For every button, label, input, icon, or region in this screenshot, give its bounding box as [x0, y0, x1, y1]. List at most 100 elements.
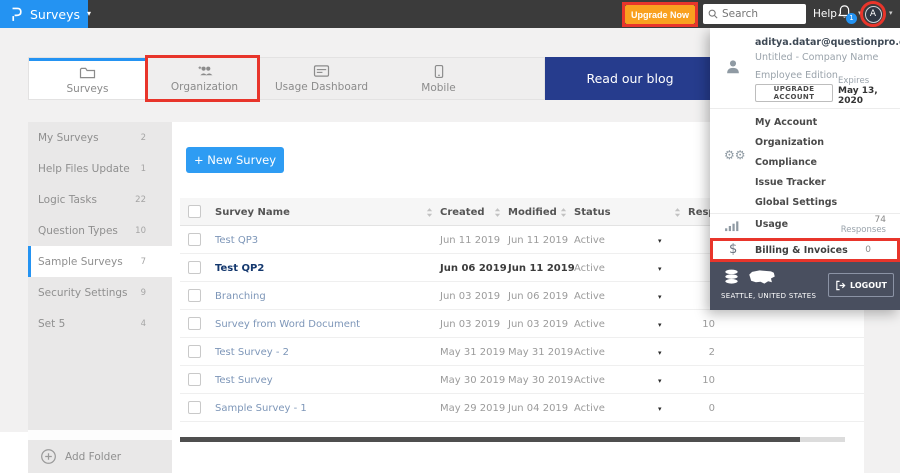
menu-item-my-account[interactable]: My Account	[755, 112, 817, 132]
sidebar-item-label: Security Settings	[38, 286, 128, 299]
product-switcher[interactable]: Surveys ▾	[0, 0, 91, 28]
status-value: Active	[574, 291, 605, 302]
upgrade-account-button[interactable]: UPGRADE ACCOUNT	[755, 84, 833, 102]
usage-value: 74	[874, 215, 886, 225]
sidebar-item-label: Sample Surveys	[38, 255, 123, 268]
row-checkbox[interactable]	[188, 373, 201, 386]
usage-label: Usage	[755, 219, 789, 230]
folder-icon	[79, 66, 96, 80]
tab-usage-dashboard[interactable]: Usage Dashboard	[263, 58, 380, 99]
modified-date: May 30 2019	[508, 375, 574, 386]
response-count: 10	[702, 375, 715, 386]
tab-surveys[interactable]: Surveys	[29, 58, 146, 99]
dropdown-footer: SEATTLE, UNITED STATES LOGOUT	[710, 262, 900, 310]
new-survey-button[interactable]: + New Survey	[186, 147, 284, 173]
survey-name-link[interactable]: Test Survey - 2	[215, 347, 289, 358]
expires-date: May 13, 2020	[838, 86, 878, 106]
sidebar-item-security-settings[interactable]: Security Settings 9	[28, 277, 172, 308]
sidebar-item-my-surveys[interactable]: My Surveys 2	[28, 122, 172, 153]
survey-name-link[interactable]: Test QP2	[215, 263, 264, 274]
survey-name-link[interactable]: Branching	[215, 291, 266, 302]
survey-name-link[interactable]: Sample Survey - 1	[215, 403, 307, 414]
notification-count-badge: 1	[846, 13, 857, 24]
row-checkbox[interactable]	[188, 261, 201, 274]
page-left-margin	[0, 122, 28, 432]
add-folder-button[interactable]: Add Folder	[28, 440, 172, 473]
sort-icon[interactable]	[426, 208, 433, 217]
upgrade-now-button[interactable]: Upgrade Now	[625, 5, 695, 24]
status-dropdown-caret[interactable]: ▾	[658, 377, 662, 385]
expires-block: Expires May 13, 2020	[838, 76, 896, 106]
sidebar-item-sample-surveys[interactable]: Sample Surveys 7	[28, 246, 172, 277]
created-date: Jun 03 2019	[440, 319, 501, 330]
tab-organization[interactable]: Organization	[146, 58, 263, 99]
menu-item-usage[interactable]: Usage 74 Responses	[710, 214, 900, 238]
row-checkbox[interactable]	[188, 401, 201, 414]
help-link[interactable]: Help	[813, 8, 837, 20]
status-dropdown-caret[interactable]: ▾	[658, 293, 662, 301]
menu-item-issue-tracker[interactable]: Issue Tracker	[755, 172, 826, 192]
modified-date: Jun 06 2019	[508, 291, 569, 302]
search-input[interactable]	[722, 8, 802, 20]
sidebar-gap	[28, 430, 172, 440]
sidebar-item-count: 10	[135, 225, 146, 236]
app-window: Surveys ▾ Upgrade Now Help 1 ▾ A ▾	[0, 0, 900, 473]
menu-item-compliance[interactable]: Compliance	[755, 152, 817, 172]
status-dropdown-caret[interactable]: ▾	[658, 237, 662, 245]
sort-icon[interactable]	[494, 208, 501, 217]
add-people-icon	[196, 64, 214, 78]
read-our-blog-banner[interactable]: Read our blog	[545, 57, 715, 100]
created-date: Jun 03 2019	[440, 291, 501, 302]
topbar: Surveys ▾ Upgrade Now Help 1 ▾ A ▾	[0, 0, 900, 28]
account-dropdown-menu: aditya.datar@questionpro.c... Untitled -…	[710, 28, 900, 310]
status-value: Active	[574, 347, 605, 358]
survey-name-link[interactable]: Test Survey	[215, 375, 273, 386]
billing-value: 0	[865, 245, 871, 255]
sidebar-item-help-files-update[interactable]: Help Files Update 1	[28, 153, 172, 184]
row-checkbox[interactable]	[188, 233, 201, 246]
add-folder-label: Add Folder	[65, 450, 122, 463]
column-header-modified[interactable]: Modified	[508, 207, 557, 218]
sidebar-item-logic-tasks[interactable]: Logic Tasks 22	[28, 184, 172, 215]
status-dropdown-caret[interactable]: ▾	[658, 321, 662, 329]
phone-icon	[434, 64, 444, 79]
sidebar-item-set-5[interactable]: Set 5 4	[28, 308, 172, 339]
account-email: aditya.datar@questionpro.c...	[755, 37, 900, 48]
search-box[interactable]	[703, 4, 806, 24]
menu-item-billing-invoices[interactable]: $ Billing & Invoices 0	[710, 238, 900, 262]
row-checkbox[interactable]	[188, 317, 201, 330]
avatar[interactable]: A	[864, 5, 882, 23]
status-dropdown-caret[interactable]: ▾	[658, 349, 662, 357]
row-checkbox[interactable]	[188, 345, 201, 358]
status-value: Active	[574, 235, 605, 246]
chevron-down-icon[interactable]: ▾	[889, 10, 893, 17]
menu-item-global-settings[interactable]: Global Settings	[755, 192, 837, 212]
modified-date: Jun 11 2019	[508, 263, 575, 274]
sidebar-item-question-types[interactable]: Question Types 10	[28, 215, 172, 246]
survey-name-link[interactable]: Test QP3	[215, 235, 258, 246]
menu-item-organization[interactable]: Organization	[755, 132, 824, 152]
dollar-icon: $	[729, 242, 738, 257]
modified-date: May 31 2019	[508, 347, 574, 358]
sidebar-item-count: 4	[140, 318, 146, 329]
scrollbar-thumb[interactable]	[180, 437, 800, 442]
column-header-status[interactable]: Status	[574, 207, 611, 218]
sidebar-item-label: Set 5	[38, 317, 66, 330]
survey-name-link[interactable]: Survey from Word Document	[215, 319, 360, 330]
logout-button[interactable]: LOGOUT	[828, 273, 894, 297]
tab-mobile[interactable]: Mobile	[380, 58, 497, 99]
sidebar-item-count: 9	[140, 287, 146, 298]
column-header-survey-name[interactable]: Survey Name	[215, 207, 290, 218]
status-dropdown-caret[interactable]: ▾	[658, 265, 662, 273]
row-checkbox[interactable]	[188, 289, 201, 302]
table-row: Test Survey - 2 May 31 2019 May 31 2019 …	[180, 338, 864, 366]
column-header-created[interactable]: Created	[440, 207, 485, 218]
avatar-annotation-circle: A	[860, 1, 886, 27]
sort-icon[interactable]	[674, 208, 681, 217]
sort-icon[interactable]	[560, 208, 567, 217]
person-icon	[724, 58, 742, 76]
horizontal-scrollbar[interactable]	[180, 437, 845, 442]
status-dropdown-caret[interactable]: ▾	[658, 405, 662, 413]
usa-map-icon	[748, 269, 776, 286]
select-all-checkbox[interactable]	[188, 205, 201, 218]
